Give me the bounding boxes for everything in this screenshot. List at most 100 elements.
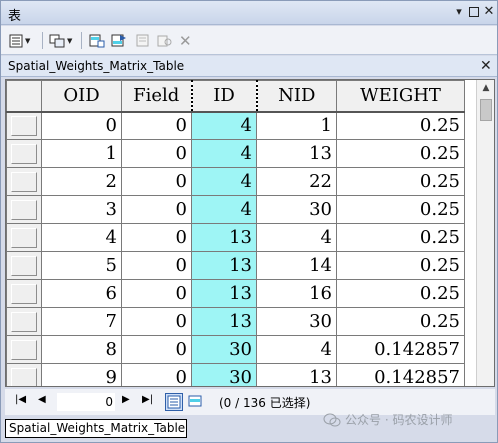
cell-oid[interactable]: 5	[41, 251, 122, 280]
cell-id[interactable]: 4	[191, 139, 257, 168]
row-selector[interactable]	[6, 223, 42, 252]
cell-weight[interactable]: 0.25	[336, 279, 465, 308]
select-by-attributes-button[interactable]	[89, 31, 105, 50]
row-selector[interactable]	[6, 335, 42, 364]
cell-field[interactable]: 0	[121, 195, 192, 224]
table-row[interactable]: 2 0 4 22 0.25	[6, 167, 465, 196]
cell-oid[interactable]: 6	[41, 279, 122, 308]
cell-weight[interactable]: 0.25	[336, 307, 465, 336]
cell-oid[interactable]: 2	[41, 167, 122, 196]
cell-nid[interactable]: 22	[256, 167, 337, 196]
cell-oid[interactable]: 3	[41, 195, 122, 224]
zoom-to-selected-button[interactable]	[157, 31, 173, 50]
next-record-icon[interactable]: ▶	[122, 394, 130, 405]
current-record-field[interactable]: 0	[57, 393, 115, 411]
table-row[interactable]: 1 0 4 13 0.25	[6, 139, 465, 168]
title-bar[interactable]: 表 ▾ ✕	[1, 1, 497, 25]
switch-selection-button[interactable]	[111, 31, 127, 50]
cell-id[interactable]: 13	[191, 251, 257, 280]
cell-field[interactable]: 0	[121, 307, 192, 336]
cell-oid[interactable]: 7	[41, 307, 122, 336]
cell-nid[interactable]: 16	[256, 279, 337, 308]
show-all-records-button[interactable]	[165, 393, 183, 411]
vertical-scrollbar[interactable]: ▲	[476, 80, 494, 386]
cell-id[interactable]: 13	[191, 279, 257, 308]
column-header-oid[interactable]: OID	[41, 80, 122, 113]
cell-nid[interactable]: 4	[256, 335, 337, 364]
clear-selection-button[interactable]	[136, 31, 150, 50]
corner-cell[interactable]	[6, 80, 42, 113]
cell-weight[interactable]: 0.25	[336, 139, 465, 168]
cell-weight[interactable]: 0.25	[336, 195, 465, 224]
show-selected-records-button[interactable]	[187, 393, 205, 411]
row-selector[interactable]	[6, 195, 42, 224]
cell-nid[interactable]: 4	[256, 223, 337, 252]
last-record-icon[interactable]: ▶|	[142, 394, 153, 405]
cell-field[interactable]: 0	[121, 363, 192, 386]
column-header-field[interactable]: Field	[121, 80, 192, 113]
cell-oid[interactable]: 0	[41, 111, 122, 140]
previous-record-icon[interactable]: ◀	[38, 394, 46, 405]
table-row[interactable]: 9 0 30 13 0.142857	[6, 363, 465, 386]
first-record-icon[interactable]: |◀	[15, 394, 26, 405]
cell-weight[interactable]: 0.25	[336, 111, 465, 140]
column-header-nid[interactable]: NID	[256, 80, 337, 113]
cell-nid[interactable]: 13	[256, 363, 337, 386]
cell-weight[interactable]: 0.142857	[336, 335, 465, 364]
row-selector[interactable]	[6, 251, 42, 280]
scroll-up-icon[interactable]: ▲	[477, 80, 494, 97]
cell-weight[interactable]: 0.25	[336, 251, 465, 280]
cell-field[interactable]: 0	[121, 139, 192, 168]
table-row[interactable]: 0 0 4 1 0.25	[6, 111, 465, 140]
cell-id[interactable]: 30	[191, 335, 257, 364]
cell-id[interactable]: 30	[191, 363, 257, 386]
row-selector[interactable]	[6, 111, 42, 140]
window-close-icon[interactable]: ✕	[482, 5, 496, 19]
cell-field[interactable]: 0	[121, 279, 192, 308]
cell-oid[interactable]: 4	[41, 223, 122, 252]
cell-nid[interactable]: 30	[256, 307, 337, 336]
row-selector[interactable]	[6, 279, 42, 308]
cell-nid[interactable]: 14	[256, 251, 337, 280]
cell-id[interactable]: 13	[191, 307, 257, 336]
table-row[interactable]: 3 0 4 30 0.25	[6, 195, 465, 224]
column-header-weight[interactable]: WEIGHT	[336, 80, 465, 113]
cell-oid[interactable]: 1	[41, 139, 122, 168]
cell-weight[interactable]: 0.142857	[336, 363, 465, 386]
window-menu-dropdown-icon[interactable]: ▾	[452, 5, 466, 19]
cell-id[interactable]: 4	[191, 195, 257, 224]
cell-weight[interactable]: 0.25	[336, 167, 465, 196]
window-pin-icon[interactable]	[467, 5, 481, 19]
row-selector[interactable]	[6, 307, 42, 336]
cell-weight[interactable]: 0.25	[336, 223, 465, 252]
cell-nid[interactable]: 30	[256, 195, 337, 224]
cell-field[interactable]: 0	[121, 223, 192, 252]
cell-oid[interactable]: 8	[41, 335, 122, 364]
cell-field[interactable]: 0	[121, 111, 192, 140]
delete-selected-button[interactable]: ✕	[179, 31, 192, 50]
cell-field[interactable]: 0	[121, 251, 192, 280]
cell-nid[interactable]: 1	[256, 111, 337, 140]
table-row[interactable]: 4 0 13 4 0.25	[6, 223, 465, 252]
cell-id[interactable]: 4	[191, 167, 257, 196]
cell-id[interactable]: 13	[191, 223, 257, 252]
row-selector[interactable]	[6, 167, 42, 196]
cell-oid[interactable]: 9	[41, 363, 122, 386]
close-icon[interactable]: ✕	[480, 58, 492, 74]
table-tab-title[interactable]: Spatial_Weights_Matrix_Table	[8, 59, 184, 73]
related-tables-button[interactable]: ▼	[49, 31, 72, 50]
table-row[interactable]: 6 0 13 16 0.25	[6, 279, 465, 308]
table-row[interactable]: 5 0 13 14 0.25	[6, 251, 465, 280]
table-row[interactable]: 7 0 13 30 0.25	[6, 307, 465, 336]
cell-field[interactable]: 0	[121, 167, 192, 196]
scrollbar-thumb[interactable]	[480, 99, 492, 121]
row-selector[interactable]	[6, 363, 42, 386]
row-selector[interactable]	[6, 139, 42, 168]
bottom-table-tab[interactable]: Spatial_Weights_Matrix_Table	[5, 419, 187, 438]
cell-field[interactable]: 0	[121, 335, 192, 364]
cell-nid[interactable]: 13	[256, 139, 337, 168]
cell-id[interactable]: 4	[191, 111, 257, 140]
column-header-id[interactable]: ID	[190, 80, 258, 113]
table-options-button[interactable]: ▼	[9, 31, 30, 50]
table-row[interactable]: 8 0 30 4 0.142857	[6, 335, 465, 364]
